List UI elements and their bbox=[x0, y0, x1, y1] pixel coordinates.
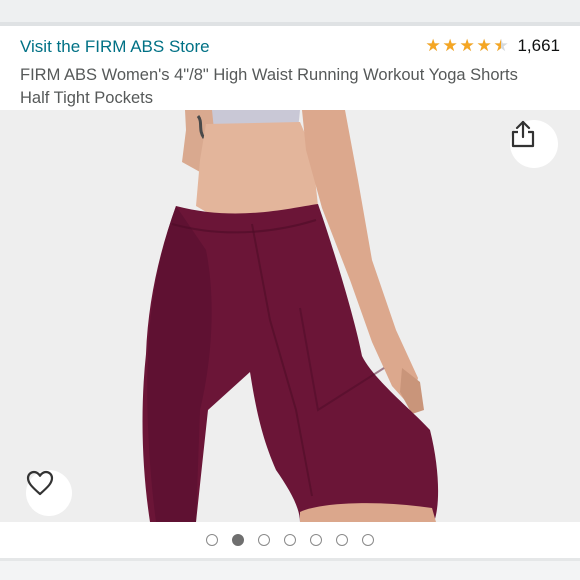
carousel-dot[interactable] bbox=[336, 534, 348, 546]
top-band bbox=[0, 0, 580, 22]
rating[interactable]: ★ ★ ★ ★ ★ ★ ★ ★ ★ ★ 1,661 bbox=[425, 36, 560, 56]
product-image-carousel[interactable] bbox=[0, 110, 580, 522]
carousel-dot[interactable] bbox=[362, 534, 374, 546]
star-rating: ★ ★ ★ ★ ★ ★ ★ ★ ★ ★ bbox=[425, 36, 509, 55]
star-icon: ★ ★ bbox=[442, 36, 458, 55]
star-icon: ★ ★ bbox=[493, 36, 509, 55]
carousel-dot[interactable] bbox=[284, 534, 296, 546]
carousel-dot[interactable] bbox=[206, 534, 218, 546]
heart-icon bbox=[26, 470, 54, 496]
carousel-dot[interactable] bbox=[232, 534, 244, 546]
star-icon: ★ ★ bbox=[459, 36, 475, 55]
carousel-pagination bbox=[0, 530, 580, 550]
wishlist-button[interactable] bbox=[26, 470, 72, 516]
store-link[interactable]: Visit the FIRM ABS Store bbox=[20, 37, 210, 57]
carousel-dot[interactable] bbox=[310, 534, 322, 546]
star-icon: ★ ★ bbox=[476, 36, 492, 55]
bottom-band bbox=[0, 561, 580, 580]
share-button[interactable] bbox=[510, 120, 558, 168]
product-photo bbox=[0, 110, 580, 522]
rating-count[interactable]: 1,661 bbox=[517, 36, 560, 56]
product-header: Visit the FIRM ABS Store ★ ★ ★ ★ ★ ★ ★ ★ ★ ★ 1,66… bbox=[0, 26, 580, 110]
star-icon: ★ ★ bbox=[425, 36, 441, 55]
product-title: FIRM ABS Women's 4"/8" High Waist Runnin… bbox=[20, 66, 518, 107]
share-icon bbox=[511, 120, 535, 148]
carousel-dot[interactable] bbox=[258, 534, 270, 546]
